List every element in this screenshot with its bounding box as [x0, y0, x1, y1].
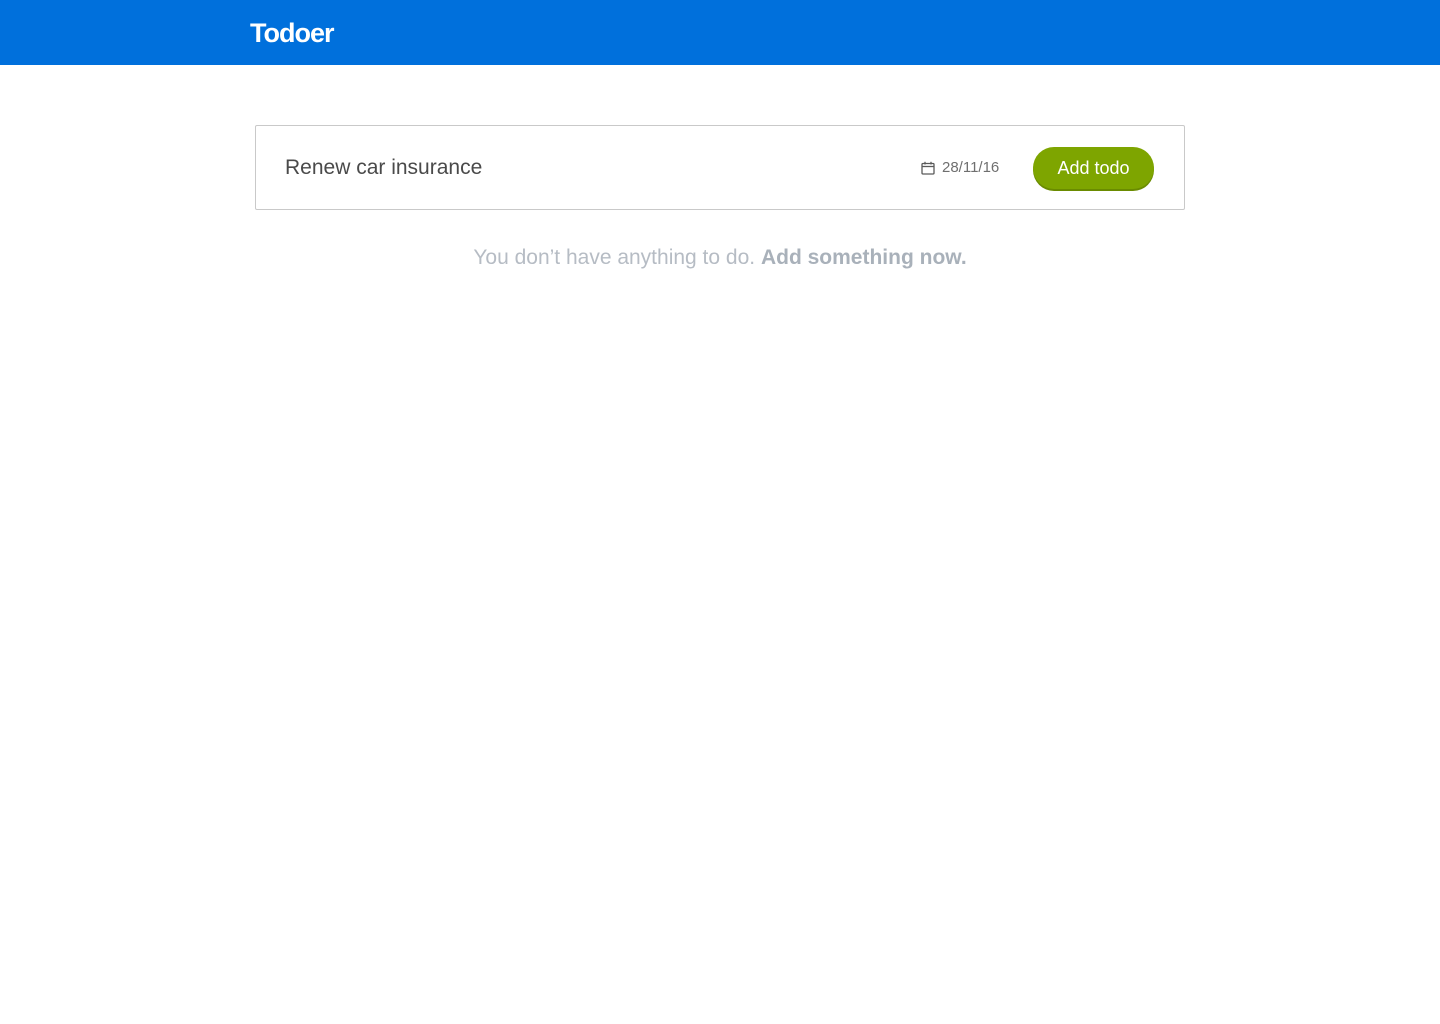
add-something-link[interactable]: Add something now. — [761, 246, 967, 269]
due-date-picker[interactable]: 28/11/16 — [921, 158, 999, 178]
empty-state-text: You don’t have anything to do. — [473, 246, 756, 269]
top-bar: Todoer — [0, 0, 1440, 65]
empty-state-message: You don’t have anything to do. Add somet… — [0, 244, 1440, 272]
add-todo-button[interactable]: Add todo — [1033, 147, 1154, 189]
app-logo[interactable]: Todoer — [250, 17, 334, 49]
calendar-icon — [921, 161, 935, 175]
due-date-value: 28/11/16 — [942, 159, 1000, 176]
todo-text-input[interactable] — [285, 150, 885, 186]
add-todo-form: 28/11/16 Add todo — [255, 125, 1185, 210]
